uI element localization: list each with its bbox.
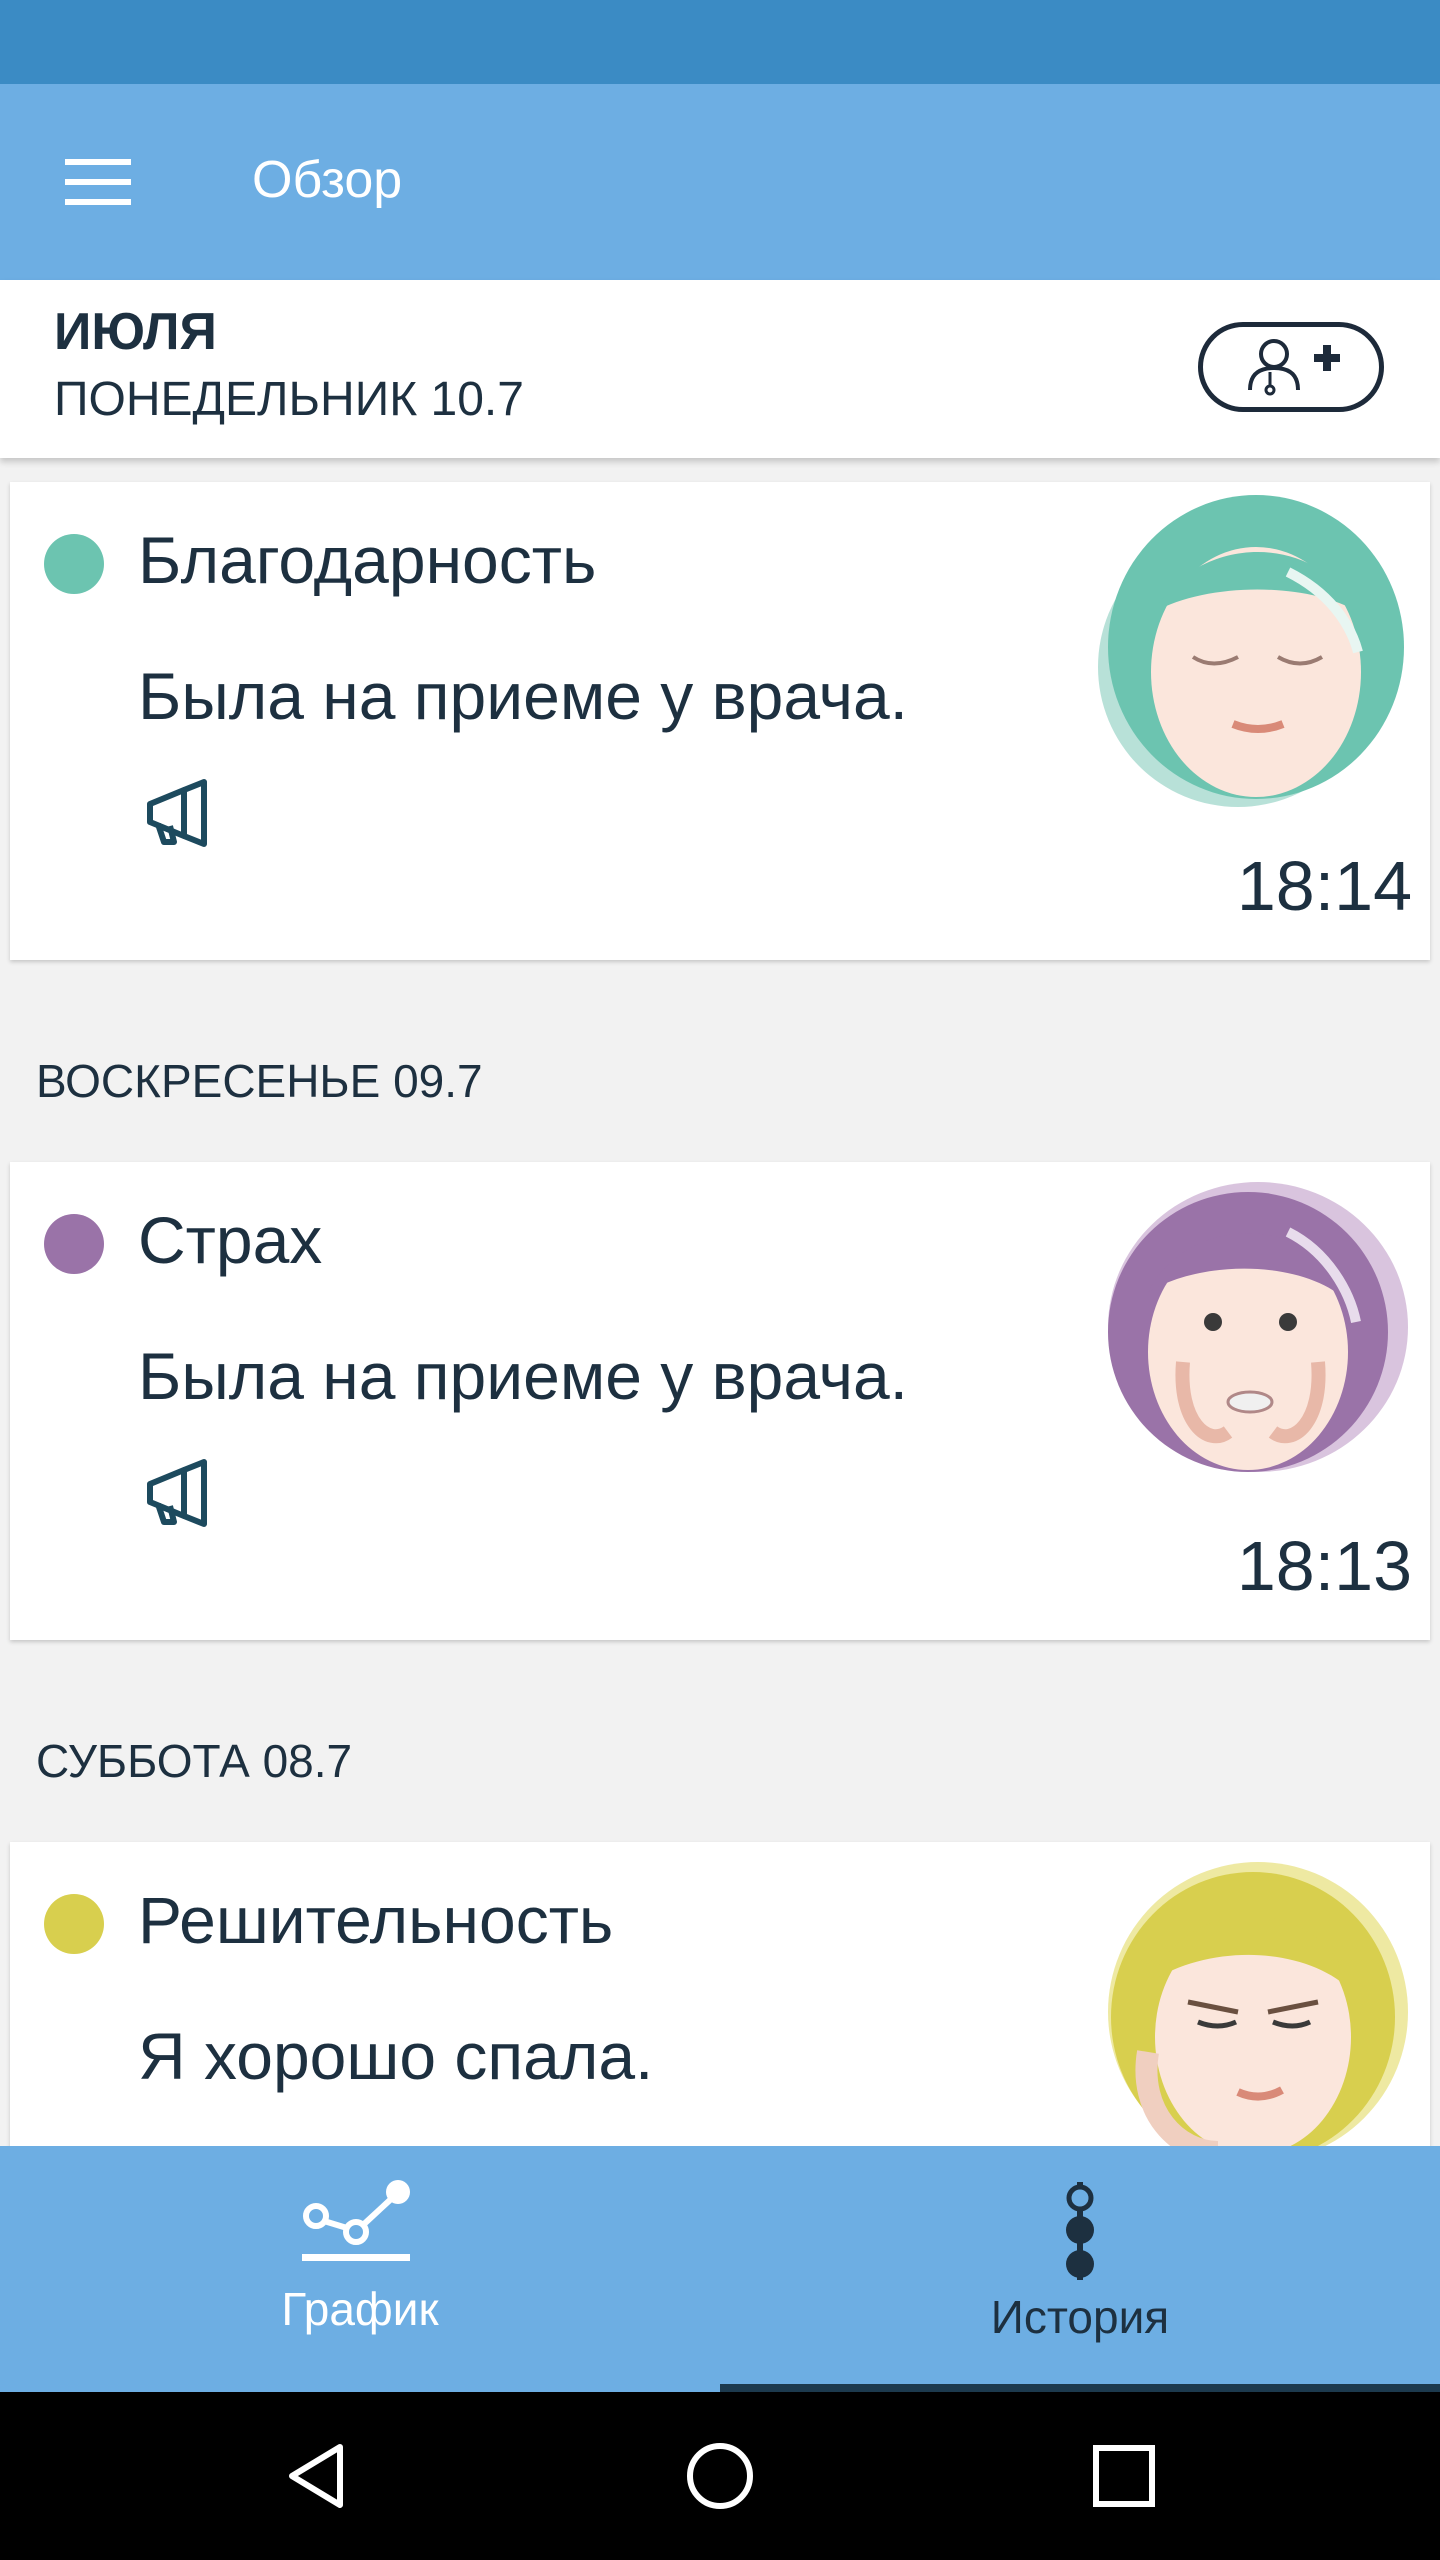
sticky-date-header: ИЮЛЯ ПОНЕДЕЛЬНИК 10.7 [0,280,1440,458]
tab-label: График [281,2283,439,2335]
add-person-icon [1248,339,1340,396]
system-navigation-bar [0,2392,1440,2560]
entry-card[interactable]: Решительность Я хорошо спала. [10,1842,1430,2146]
current-day-label: ПОНЕДЕЛЬНИК 10.7 [54,373,524,426]
entry-card[interactable]: Страх Была на приеме у врача. 18:13 [10,1162,1430,1640]
home-icon[interactable] [670,2426,770,2526]
emotion-color-dot [44,534,104,594]
emotion-name: Решительность [138,1883,614,1957]
entry-time: 18:14 [1236,847,1412,925]
entry-card[interactable]: Благодарность Была на приеме у врача. 18… [10,482,1430,960]
tab-graph[interactable]: График [0,2146,720,2392]
day-label: ВОСКРЕСЕНЬЕ 09.7 [36,1055,483,1107]
status-bar [0,0,1440,84]
entry-note: Была на приеме у врача. [138,1339,909,1413]
page-title: Обзор [252,151,403,209]
emotion-name: Страх [138,1203,323,1277]
active-tab-indicator [720,2384,1440,2392]
tab-label: История [990,2291,1170,2343]
tab-history[interactable]: История [720,2146,1440,2392]
bottom-navigation: График История [0,2146,1440,2392]
emotion-face-illustration [1088,492,1408,812]
add-contact-button[interactable] [1198,322,1384,412]
entry-time: 18:13 [1236,1527,1412,1605]
emotion-face-illustration [1088,1172,1408,1492]
back-icon[interactable] [266,2426,366,2526]
megaphone-icon[interactable] [144,1458,224,1538]
graph-icon [302,2180,410,2261]
day-label: СУББОТА 08.7 [36,1735,353,1787]
history-list[interactable]: Благодарность Была на приеме у врача. 18… [0,458,1440,2146]
hamburger-menu-icon[interactable] [48,140,148,224]
entry-note: Я хорошо спала. [138,2019,654,2093]
emotion-name: Благодарность [138,523,597,597]
month-label: ИЮЛЯ [54,303,217,361]
megaphone-icon[interactable] [144,778,224,858]
entry-note: Была на приеме у врача. [138,659,909,733]
recents-icon[interactable] [1074,2426,1174,2526]
timeline-icon [1066,2182,1094,2280]
emotion-color-dot [44,1214,104,1274]
emotion-color-dot [44,1894,104,1954]
app-bar: Обзор [0,84,1440,280]
emotion-face-illustration [1088,1852,1408,2146]
